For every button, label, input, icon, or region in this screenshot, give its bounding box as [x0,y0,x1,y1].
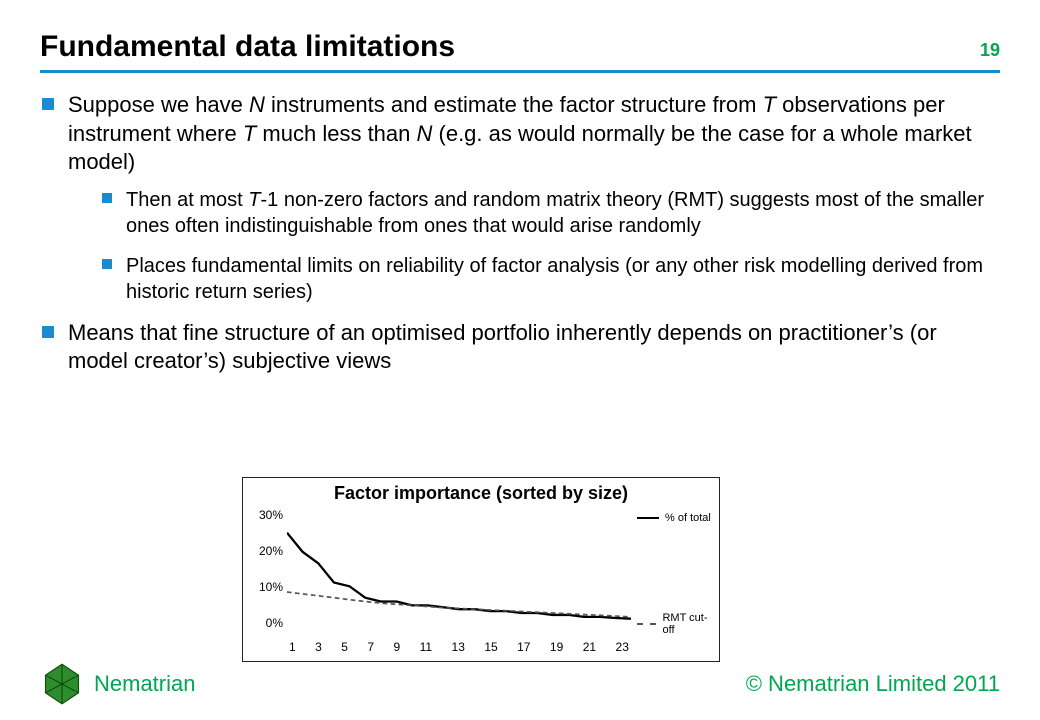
x-tick: 11 [420,640,432,654]
x-tick: 5 [341,640,348,654]
chart: Factor importance (sorted by size) 30% 2… [242,477,720,662]
legend-item-rmt: RMT cut-off [637,612,713,636]
slide-footer: Nematrian © Nematrian Limited 2011 [0,662,1040,706]
copyright-text: © Nematrian Limited 2011 [746,671,1000,697]
brand: Nematrian [40,662,195,706]
y-tick: 0% [266,616,283,630]
legend-item-pct: % of total [637,512,713,524]
x-tick: 9 [394,640,401,654]
brand-text: Nematrian [94,671,195,697]
bullet-1: Suppose we have N instruments and estima… [40,91,1000,305]
chart-plot-area: 1 3 5 7 9 11 13 15 17 19 21 23 [287,506,631,636]
x-tick: 15 [484,640,497,654]
series-pct-of-total [287,533,631,619]
slide-header: Fundamental data limitations 19 [40,30,1000,73]
chart-y-axis: 30% 20% 10% 0% [243,506,287,636]
slide-title: Fundamental data limitations [40,30,455,64]
x-tick: 21 [583,640,596,654]
bullet-1a: Then at most T-1 non-zero factors and ra… [100,187,1000,239]
legend-line-solid-icon [637,517,659,519]
bullet-1b: Places fundamental limits on reliability… [100,253,1000,305]
logo-icon [40,662,84,706]
chart-svg [287,506,631,621]
chart-x-axis: 1 3 5 7 9 11 13 15 17 19 21 23 [287,640,631,654]
bullet-list: Suppose we have N instruments and estima… [40,91,1000,376]
series-rmt-cutoff [287,592,631,617]
legend-line-dashed-icon [637,623,656,625]
y-tick: 10% [259,580,283,594]
x-tick: 13 [452,640,465,654]
bullet-2: Means that fine structure of an optimise… [40,319,1000,376]
page-number: 19 [980,40,1000,61]
chart-legend: % of total RMT cut-off [631,506,719,636]
y-tick: 20% [259,544,283,558]
slide: Fundamental data limitations 19 Suppose … [0,0,1040,720]
x-tick: 1 [289,640,296,654]
x-tick: 19 [550,640,563,654]
x-tick: 7 [367,640,374,654]
x-tick: 23 [616,640,629,654]
chart-title: Factor importance (sorted by size) [243,478,719,506]
x-tick: 17 [517,640,530,654]
y-tick: 30% [259,508,283,522]
x-tick: 3 [315,640,322,654]
